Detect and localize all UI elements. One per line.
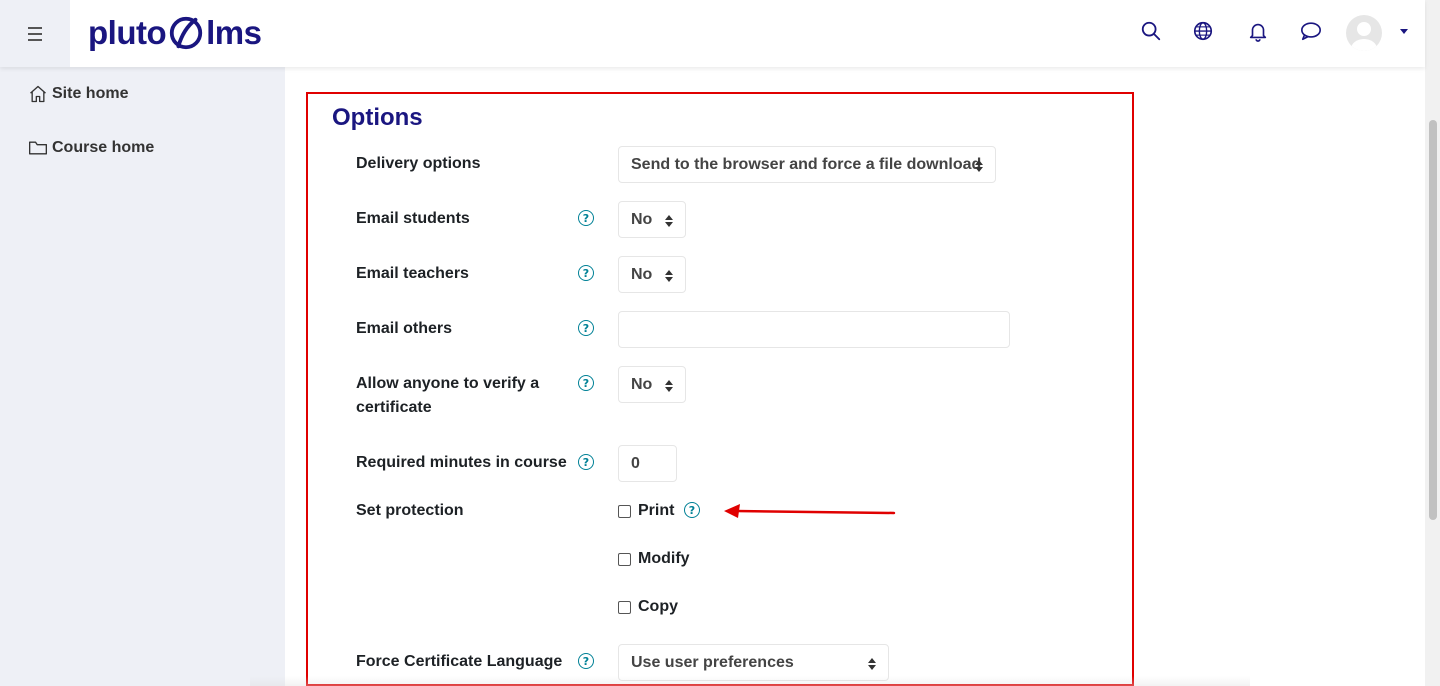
email-others-label: Email others [356,320,453,337]
verify-certificate-select[interactable]: No [618,366,686,403]
menu-toggle-button[interactable] [0,0,70,67]
help-icon[interactable]: ? [578,210,594,226]
modify-checkbox[interactable] [618,553,631,566]
verify-certificate-label-line1: Allow anyone to verify a [356,375,540,392]
select-arrows-icon [665,380,673,392]
left-sidebar [0,67,285,686]
chat-icon[interactable] [1298,18,1324,44]
select-arrows-icon [665,270,673,282]
force-language-label: Force Certificate Language [356,653,563,670]
logo-swirl-icon [169,16,203,50]
brand-logo[interactable]: pluto lms [88,12,262,54]
delivery-options-select[interactable]: Send to the browser and force a file dow… [618,146,996,183]
brand-name-right: lms [206,14,262,51]
email-students-select[interactable]: No [618,201,686,238]
sidebar-item-label: Site home [52,85,129,102]
sidebar-item-course-home[interactable]: Course home [28,138,154,158]
sidebar-item-site-home[interactable]: Site home [28,84,128,104]
input-value: 0 [631,454,640,472]
set-protection-label: Set protection [356,502,464,519]
help-icon[interactable]: ? [578,454,594,470]
required-minutes-input[interactable]: 0 [618,445,677,482]
modify-checkbox-label[interactable]: Modify [638,550,690,568]
print-checkbox-label[interactable]: Print [638,502,674,520]
globe-icon[interactable] [1190,18,1216,44]
section-title: Options [332,104,423,131]
hamburger-icon [28,25,42,43]
select-value: No [631,265,653,283]
select-arrows-icon [665,215,673,227]
user-avatar[interactable] [1346,15,1382,51]
help-icon[interactable]: ? [578,375,594,391]
delivery-options-label: Delivery options [356,155,481,172]
email-others-input[interactable] [618,311,1010,348]
copy-checkbox-label[interactable]: Copy [638,598,678,616]
home-icon [30,85,46,103]
sidebar-item-label: Course home [52,139,155,156]
verify-certificate-label-line2: certificate [356,399,432,416]
verify-certificate-label: Allow anyone to verify a certificate [356,372,566,420]
folder-icon [29,141,47,155]
scrollbar-thumb[interactable] [1429,120,1437,520]
select-value: Use user preferences [631,653,794,671]
select-value: No [631,375,653,393]
email-teachers-label: Email teachers [356,265,469,282]
email-teachers-select[interactable]: No [618,256,686,293]
user-menu-chevron-down-icon[interactable] [1400,29,1408,34]
select-value: Send to the browser and force a file dow… [631,155,982,173]
annotation-arrow-icon [724,504,896,518]
brand-name-left: pluto [88,14,167,51]
select-arrows-icon [975,160,983,172]
email-students-label: Email students [356,210,470,227]
select-value: No [631,210,653,228]
required-minutes-label: Required minutes in course [356,454,567,471]
top-navbar: pluto lms [0,0,1425,67]
help-icon[interactable]: ? [578,653,594,669]
help-icon[interactable]: ? [578,265,594,281]
search-icon[interactable] [1138,18,1164,44]
help-icon[interactable]: ? [578,320,594,336]
bottom-shadow [250,676,1250,686]
copy-checkbox[interactable] [618,601,631,614]
print-checkbox[interactable] [618,505,631,518]
help-icon[interactable]: ? [684,502,700,518]
bell-icon[interactable] [1245,18,1271,44]
select-arrows-icon [868,658,876,670]
